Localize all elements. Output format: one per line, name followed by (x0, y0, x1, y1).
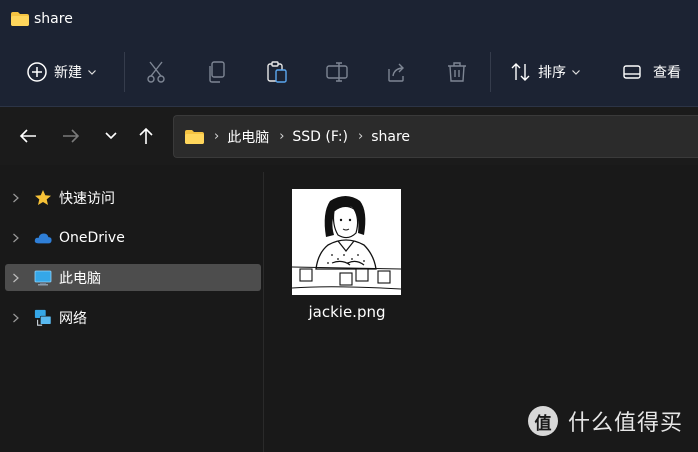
breadcrumb-ssd-drive[interactable]: SSD (F:) (292, 129, 348, 145)
navigation-pane: 快速访问 OneDrive 此电脑 网络 (0, 165, 262, 452)
window-title: share (34, 11, 73, 27)
sidebar-item-label: 此电脑 (59, 270, 101, 287)
command-bar: 新建 排序 查看 (0, 38, 698, 107)
toolbar-separator (124, 52, 125, 92)
monitor-icon (34, 269, 52, 287)
sort-button[interactable]: 排序 (510, 38, 580, 106)
file-name[interactable]: jackie.png (288, 303, 406, 321)
image-thumbnail[interactable] (292, 189, 401, 295)
watermark: 值 什么值得买 (528, 405, 683, 437)
sidebar-item-quick-access[interactable]: 快速访问 (5, 184, 261, 211)
title-bar: share (0, 0, 698, 38)
chevron-down-icon (105, 132, 117, 140)
view-icon (623, 65, 641, 79)
address-bar[interactable]: › 此电脑 › SSD (F:) › share (173, 115, 698, 158)
copy-button[interactable] (207, 38, 227, 106)
watermark-text: 什么值得买 (568, 411, 684, 436)
breadcrumb-this-pc[interactable]: 此电脑 (227, 127, 269, 147)
sort-label: 排序 (538, 65, 566, 81)
breadcrumb-share[interactable]: share (371, 129, 410, 145)
copy-icon (209, 61, 225, 83)
breadcrumb-separator-icon[interactable]: › (214, 129, 219, 144)
share-icon (388, 63, 404, 82)
chevron-right-icon[interactable] (12, 273, 20, 283)
rename-icon (326, 62, 348, 82)
new-label: 新建 (54, 65, 82, 81)
sidebar-item-label: OneDrive (59, 229, 125, 246)
sidebar-item-this-pc[interactable]: 此电脑 (5, 264, 261, 291)
cut-button[interactable] (146, 38, 166, 106)
arrow-right-icon (63, 129, 80, 143)
arrow-left-icon (19, 129, 36, 143)
cloud-icon (34, 229, 52, 247)
chevron-right-icon[interactable] (12, 313, 20, 323)
folder-icon (11, 12, 29, 26)
new-button[interactable]: 新建 (26, 38, 96, 106)
paste-icon (267, 61, 287, 83)
rename-button[interactable] (326, 38, 348, 106)
up-button[interactable] (135, 125, 157, 147)
share-button[interactable] (387, 38, 407, 106)
cut-icon (147, 61, 165, 83)
paste-button[interactable] (267, 38, 287, 106)
breadcrumb-separator-icon[interactable]: › (279, 129, 284, 144)
chevron-down-icon (572, 69, 580, 75)
breadcrumb-separator-icon[interactable]: › (358, 129, 363, 144)
delete-icon (448, 62, 466, 82)
delete-button[interactable] (447, 38, 467, 106)
star-icon (34, 189, 52, 207)
toolbar-separator (490, 52, 491, 92)
sidebar-item-label: 快速访问 (59, 190, 115, 207)
sidebar-item-onedrive[interactable]: OneDrive (5, 224, 261, 251)
plus-circle-icon (27, 62, 47, 82)
arrow-up-icon (139, 127, 153, 144)
view-button[interactable]: 查看 (623, 38, 681, 106)
sidebar-item-network[interactable]: 网络 (5, 304, 261, 331)
folder-icon (185, 129, 204, 144)
sidebar-item-label: 网络 (59, 310, 87, 327)
sort-icon (511, 63, 530, 81)
recent-locations-button[interactable] (100, 125, 122, 147)
watermark-badge: 值 (528, 406, 558, 436)
view-label: 查看 (653, 65, 681, 81)
chevron-right-icon[interactable] (12, 233, 20, 243)
network-icon (34, 309, 52, 327)
chevron-down-icon (88, 69, 96, 75)
back-button[interactable] (17, 125, 39, 147)
chevron-right-icon[interactable] (12, 193, 20, 203)
forward-button[interactable] (60, 125, 82, 147)
